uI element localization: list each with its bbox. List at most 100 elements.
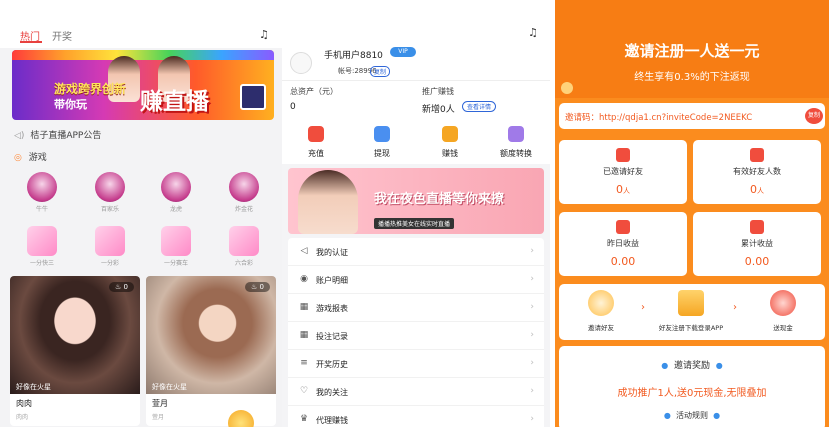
speaker-icon: ◁) xyxy=(14,131,25,141)
game-item[interactable]: 一分赛车 xyxy=(158,226,194,267)
viewer-count-badge: ♨ 0 xyxy=(245,282,270,292)
game-item[interactable]: 百家乐 xyxy=(92,172,128,213)
user-icon xyxy=(616,148,630,162)
step-register: 好友注册下载登录APP xyxy=(651,290,731,332)
streamer-subtitle: 肉肉 xyxy=(16,414,29,421)
reward-card: ● 邀请奖励 ● 成功推广1人,送0元现金,无限叠加 ● 活动规则 ● xyxy=(559,346,825,427)
menu-item-game-report[interactable]: ▦ 游戏报表 › xyxy=(288,294,544,322)
invite-screen: 邀请注册一人送一元 终生享有0.3%的下注返现 邀请码：http://qdja1… xyxy=(555,0,829,427)
banner-girl-image xyxy=(298,170,358,234)
promo-banner[interactable]: 游戏跨界创新 带你玩 赚直播 xyxy=(12,50,274,120)
earn-button[interactable]: 赚钱 xyxy=(422,126,478,159)
stat-yesterday-earnings: 昨日收益 0.00 xyxy=(559,212,687,276)
menu-label: 投注记录 xyxy=(316,332,348,341)
app-icon xyxy=(678,290,704,316)
chevron-right-icon: › xyxy=(530,302,534,312)
money-icon xyxy=(750,220,764,234)
game-item[interactable]: 炸金花 xyxy=(226,172,262,213)
chevron-right-icon: › xyxy=(530,386,534,396)
menu-label: 游戏报表 xyxy=(316,304,348,313)
step-label: 送现金 xyxy=(773,324,793,332)
music-icon[interactable]: ♫ xyxy=(259,28,269,41)
games-section-label: 游戏 xyxy=(28,153,47,163)
transfer-button[interactable]: 额度转换 xyxy=(488,126,544,159)
game-label: 六合彩 xyxy=(234,260,253,267)
chevron-right-icon: › xyxy=(530,246,534,256)
game-icon xyxy=(27,226,57,256)
game-item[interactable]: 一分快三 xyxy=(24,226,60,267)
menu-item-account-detail[interactable]: ◉ 账户明细 › xyxy=(288,266,544,294)
game-icon xyxy=(161,172,191,202)
card-location: 好像在火星 xyxy=(152,383,187,391)
profile-header: ♫ 手机用户8810 VIP 帐号:28996 复制 总资产（元） 0 推广赚钱… xyxy=(282,0,550,118)
banner-logo xyxy=(240,84,266,110)
home-header: 热门 开奖 ♫ xyxy=(0,0,282,48)
streamer-photo xyxy=(146,276,276,394)
game-icon xyxy=(27,172,57,202)
recharge-button[interactable]: 充值 xyxy=(288,126,344,159)
promo-value: 新增0人 xyxy=(422,105,455,115)
chevron-right-icon: › xyxy=(530,414,534,424)
game-icon xyxy=(229,226,259,256)
withdraw-button[interactable]: 提现 xyxy=(354,126,410,159)
announcement-row[interactable]: ◁) 桔子直播APP公告 xyxy=(14,128,101,141)
chevron-right-icon: › xyxy=(530,330,534,340)
game-item[interactable]: 一分彩 xyxy=(92,226,128,267)
invite-hero: 邀请注册一人送一元 终生享有0.3%的下注返现 xyxy=(555,0,829,98)
menu-item-following[interactable]: ♡ 我的关注 › xyxy=(288,378,544,406)
menu-item-verification[interactable]: ◁ 我的认证 › xyxy=(288,238,544,266)
view-details-button[interactable]: 查看详情 xyxy=(462,101,497,112)
withdraw-icon xyxy=(374,126,390,142)
stat-label: 累计收益 xyxy=(741,239,773,248)
game-item[interactable]: 牛牛 xyxy=(24,172,60,213)
game-label: 牛牛 xyxy=(35,206,48,213)
banner-line2: 带你玩 xyxy=(54,98,87,111)
menu-label: 我的关注 xyxy=(316,388,348,397)
menu-label: 开奖历史 xyxy=(316,360,348,369)
live-room-card[interactable]: ♨ 0 好像在火星 肉肉 肉肉 xyxy=(10,276,140,426)
users-icon xyxy=(750,148,764,162)
rules-title[interactable]: ● 活动规则 ● xyxy=(559,410,825,421)
music-icon[interactable]: ♫ xyxy=(528,26,538,39)
game-item[interactable]: 龙虎 xyxy=(158,172,194,213)
live-promo-banner[interactable]: 我在夜色直播等你来撩 播播热推美女在线实时直播 xyxy=(288,168,544,234)
verify-icon: ◁ xyxy=(300,246,308,256)
copy-account-button[interactable]: 复制 xyxy=(370,66,391,77)
account-icon: ◉ xyxy=(300,274,308,284)
copy-invite-button[interactable]: 复制 xyxy=(805,108,823,124)
wallet-icon xyxy=(616,220,630,234)
step-invite: 邀请好友 xyxy=(561,290,641,332)
home-screen: 热门 开奖 ♫ 游戏跨界创新 带你玩 赚直播 ◁) 桔子直播APP公告 ◎ 游戏… xyxy=(0,0,282,427)
menu-item-agent[interactable]: ♛ 代理赚钱 › xyxy=(288,406,544,427)
report-icon: ▦ xyxy=(299,302,309,312)
menu-label: 账户明细 xyxy=(316,276,348,285)
chevron-right-icon: › xyxy=(530,274,534,284)
menu-item-bet-records[interactable]: ▦ 投注记录 › xyxy=(288,322,544,350)
viewer-count-badge: ♨ 0 xyxy=(109,282,134,292)
wallet-actions: 充值 提现 赚钱 额度转换 xyxy=(282,118,550,164)
divider xyxy=(282,80,550,81)
assets-label: 总资产（元） xyxy=(290,87,338,96)
streamer-photo xyxy=(10,276,140,394)
announcement-text: 桔子直播APP公告 xyxy=(30,131,102,141)
banner-line1: 游戏跨界创新 xyxy=(54,82,127,96)
tab-lottery[interactable]: 开奖 xyxy=(52,28,72,43)
game-label: 一分赛车 xyxy=(163,260,188,267)
arrow-right-icon: › xyxy=(641,302,645,313)
stat-value: 0.00 xyxy=(744,255,770,268)
game-item[interactable]: 六合彩 xyxy=(226,226,262,267)
invite-title: 邀请注册一人送一元 xyxy=(624,42,760,60)
tab-indicator xyxy=(20,41,42,43)
reward-description: 成功推广1人,送0元现金,无限叠加 xyxy=(617,388,767,399)
step-cash: 送现金 xyxy=(743,290,823,332)
stat-valid-friends: 有效好友人数 0人 xyxy=(693,140,821,204)
live-room-card[interactable]: ♨ 0 好像在火星 萱月 萱月 xyxy=(146,276,276,426)
action-label: 充值 xyxy=(308,149,324,158)
menu-item-draw-history[interactable]: ≡ 开奖历史 › xyxy=(288,350,544,378)
stat-label: 有效好友人数 xyxy=(733,167,781,176)
invite-subtitle: 终生享有0.3%的下注返现 xyxy=(634,72,750,83)
heart-icon: ♡ xyxy=(299,386,309,396)
avatar[interactable] xyxy=(290,52,312,74)
game-icon xyxy=(95,226,125,256)
assets-value: 0 xyxy=(290,102,296,112)
